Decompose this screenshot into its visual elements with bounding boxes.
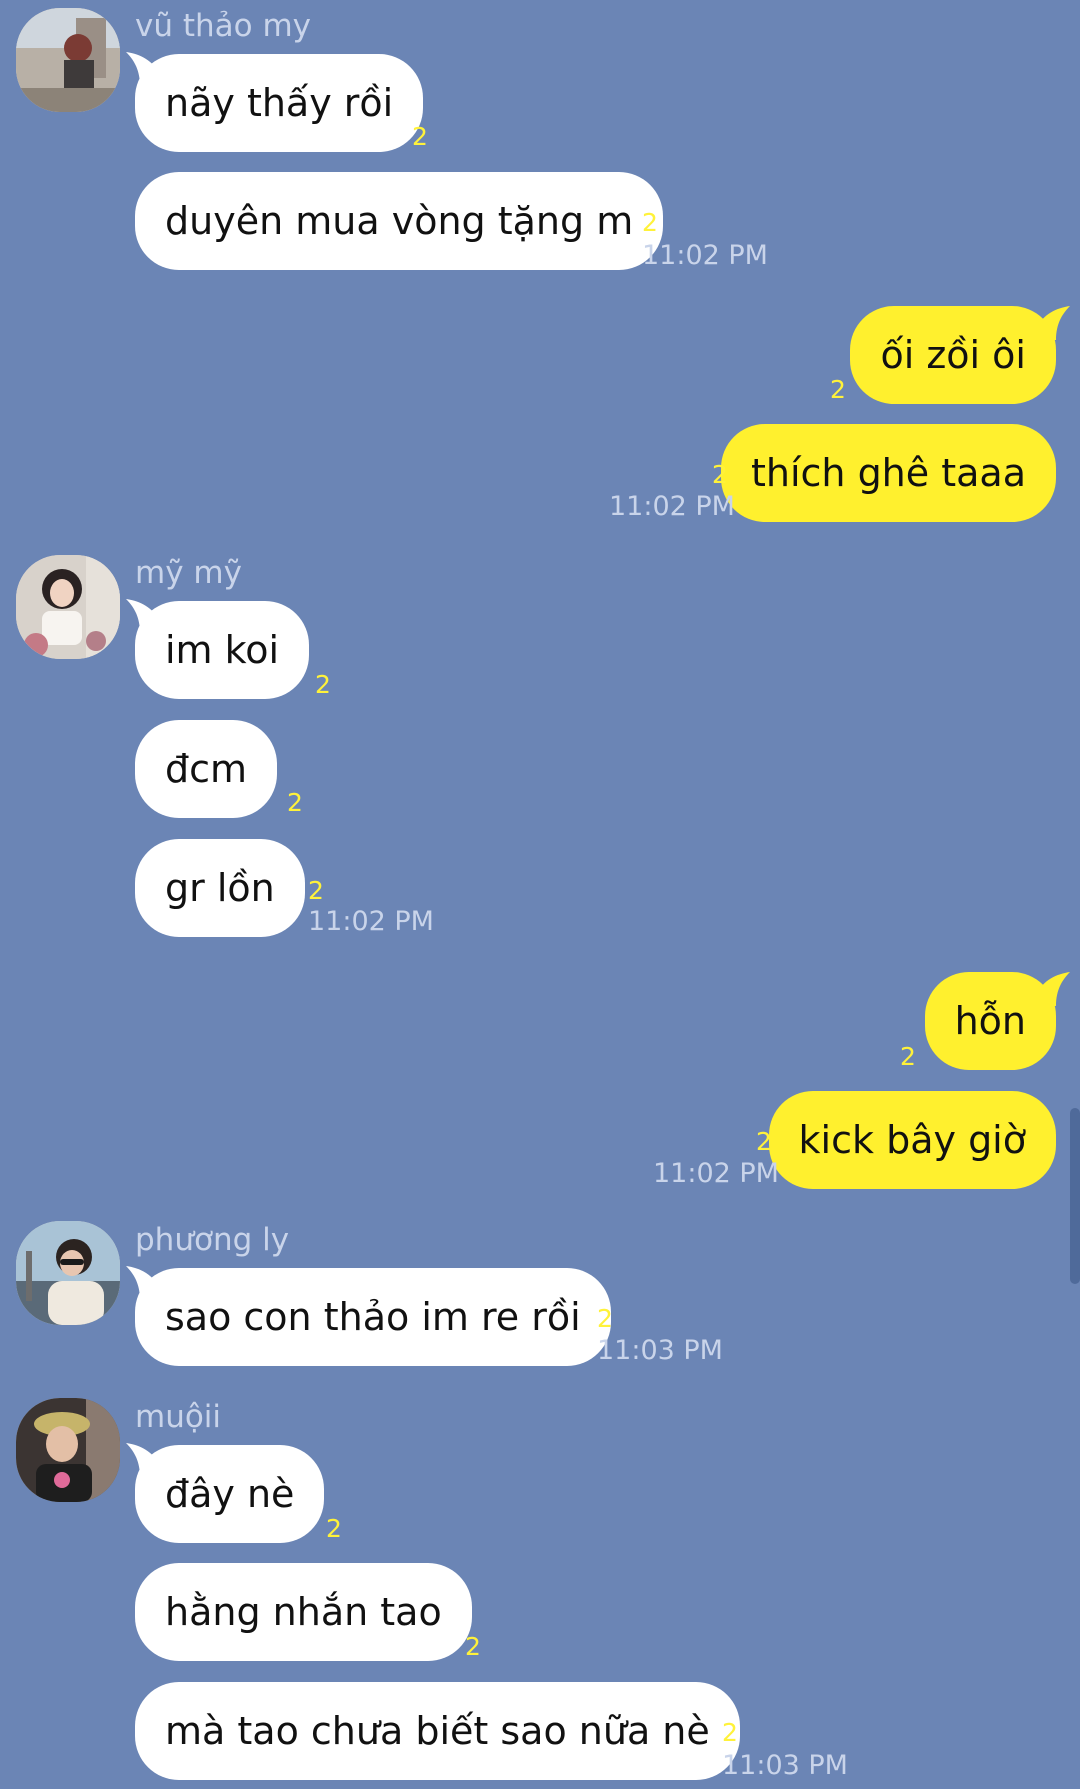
message-bubble[interactable]: nãy thấy rồi bbox=[135, 54, 424, 152]
avatar-muoii[interactable] bbox=[16, 1398, 120, 1502]
message-timestamp: 11:02 PM bbox=[653, 1158, 779, 1189]
avatar-photo-icon bbox=[16, 555, 120, 659]
sender-name: mỹ mỹ bbox=[135, 555, 242, 591]
read-count: 2 bbox=[712, 460, 728, 489]
avatar-phuong-ly[interactable] bbox=[16, 1221, 120, 1325]
read-count: 2 bbox=[465, 1632, 481, 1661]
read-count: 2 bbox=[900, 1042, 916, 1071]
read-count: 2 bbox=[287, 788, 303, 817]
message-timestamp: 11:03 PM bbox=[722, 1750, 848, 1781]
read-count: 2 bbox=[326, 1514, 342, 1543]
avatar-my-my[interactable] bbox=[16, 555, 120, 659]
message-bubble[interactable]: im koi bbox=[135, 601, 310, 699]
message-timestamp: 11:02 PM bbox=[609, 491, 735, 522]
read-count: 2 bbox=[830, 375, 846, 404]
message-timestamp: 11:03 PM bbox=[597, 1335, 723, 1366]
message-bubble[interactable]: ối zồi ôi bbox=[850, 306, 1056, 404]
message-bubble[interactable]: gr lồn bbox=[135, 839, 305, 937]
read-count: 2 bbox=[597, 1304, 613, 1333]
message-bubble[interactable]: đây nè bbox=[135, 1445, 325, 1543]
message-bubble[interactable]: duyên mua vòng tặng m bbox=[135, 172, 664, 270]
message-bubble[interactable]: sao con thảo im re rồi bbox=[135, 1268, 611, 1366]
message-bubble[interactable]: đcm bbox=[135, 720, 278, 818]
read-count: 2 bbox=[315, 670, 331, 699]
message-bubble[interactable]: kick bây giờ bbox=[768, 1091, 1056, 1189]
avatar-vu-thao-my[interactable] bbox=[16, 8, 120, 112]
sender-name: vũ thảo my bbox=[135, 8, 312, 44]
message-bubble[interactable]: thích ghê taaa bbox=[720, 424, 1056, 522]
sender-name: phương ly bbox=[135, 1222, 290, 1258]
scrollbar-thumb[interactable] bbox=[1070, 1108, 1080, 1284]
read-count: 2 bbox=[308, 876, 324, 905]
read-count: 2 bbox=[722, 1718, 738, 1747]
chat-message-list[interactable]: vũ thảo my nãy thấy rồi 2 duyên mua vòng… bbox=[0, 0, 1080, 1789]
message-bubble[interactable]: hỗn bbox=[924, 972, 1056, 1070]
read-count: 2 bbox=[756, 1127, 772, 1156]
avatar-photo-icon bbox=[16, 1398, 120, 1502]
read-count: 2 bbox=[642, 208, 658, 237]
avatar-photo-icon bbox=[16, 1221, 120, 1325]
avatar-photo-icon bbox=[16, 8, 120, 112]
message-timestamp: 11:02 PM bbox=[642, 240, 768, 271]
sender-name: muộii bbox=[135, 1399, 222, 1435]
message-bubble[interactable]: mà tao chưa biết sao nữa nè bbox=[135, 1682, 740, 1780]
message-timestamp: 11:02 PM bbox=[308, 906, 434, 937]
read-count: 2 bbox=[412, 122, 428, 151]
message-bubble[interactable]: hằng nhắn tao bbox=[135, 1563, 472, 1661]
